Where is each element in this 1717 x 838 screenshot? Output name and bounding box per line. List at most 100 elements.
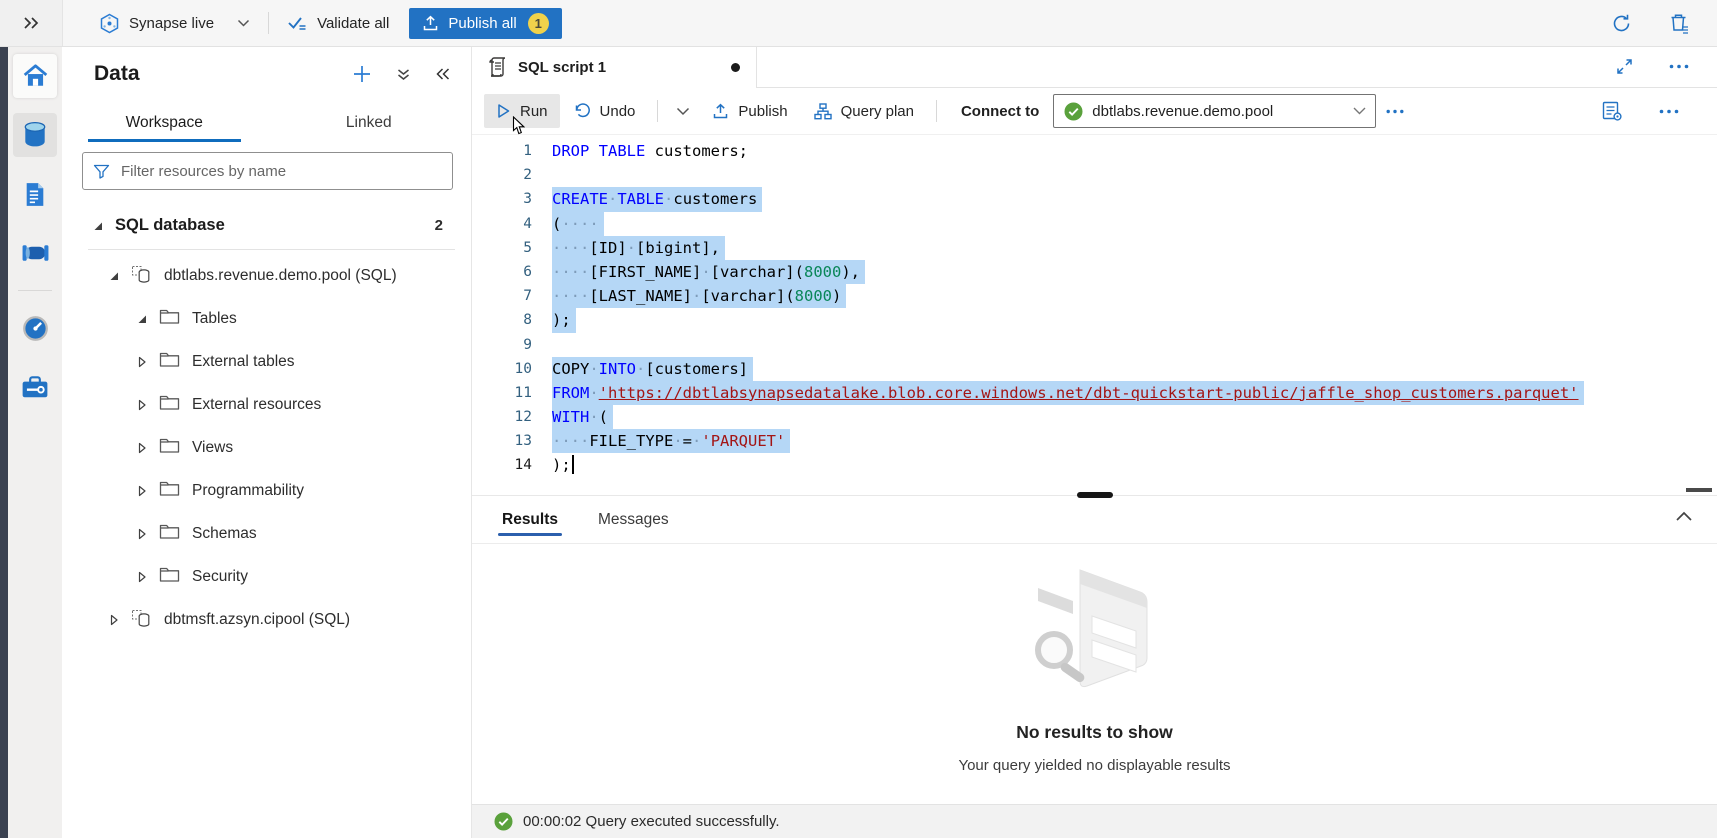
tab-results[interactable]: Results: [484, 496, 576, 543]
filter-box: [82, 152, 453, 190]
code-line[interactable]: 10COPY·INTO·[customers]: [472, 357, 1717, 381]
line-number: 1: [472, 139, 532, 163]
more-actions-icon[interactable]: [1669, 64, 1689, 69]
home-icon: [22, 63, 49, 89]
collapsed-triangle-icon[interactable]: [134, 526, 150, 542]
sql-pool-icon: [131, 265, 152, 286]
discard-all-icon[interactable]: [1670, 13, 1689, 34]
validate-all-button[interactable]: Validate all: [277, 15, 399, 32]
add-resource-button[interactable]: [352, 64, 372, 84]
synapse-studio-window: Synapse live Validate all Pub: [0, 0, 1717, 838]
code-line[interactable]: 9: [472, 333, 1717, 357]
publish-button[interactable]: Publish: [700, 94, 799, 128]
code-line[interactable]: 5····[ID]·[bigint],: [472, 236, 1717, 260]
code-line[interactable]: 13····FILE_TYPE·=·'PARQUET': [472, 429, 1717, 453]
rail-item-manage[interactable]: [13, 365, 57, 409]
code-line[interactable]: 8);: [472, 308, 1717, 332]
code-line[interactable]: 3CREATE·TABLE·customers: [472, 187, 1717, 211]
collapsed-triangle-icon[interactable]: [134, 354, 150, 370]
tree-item-sql-database[interactable]: SQL database2: [62, 204, 471, 247]
connect-to-dropdown[interactable]: dbtlabs.revenue.demo.pool: [1053, 94, 1376, 128]
more-actions-icon[interactable]: [1659, 109, 1679, 114]
status-message: 00:00:02 Query executed successfully.: [523, 813, 780, 830]
collapsed-triangle-icon[interactable]: [134, 397, 150, 413]
rail-item-monitor[interactable]: [13, 306, 57, 350]
connect-to-label: Connect to: [961, 103, 1039, 120]
collapsed-triangle-icon[interactable]: [134, 483, 150, 499]
collapse-all-icon[interactable]: [396, 67, 411, 82]
line-number: 5: [472, 236, 532, 260]
status-bar: 00:00:02 Query executed successfully.: [472, 804, 1717, 838]
rail-item-integrate[interactable]: [13, 231, 57, 275]
tree-item-dbtmsft-azsyn-cipool-sql[interactable]: dbtmsft.azsyn.cipool (SQL): [62, 598, 471, 641]
collapsed-triangle-icon[interactable]: [134, 569, 150, 585]
results-resize-handle[interactable]: [1077, 492, 1113, 498]
tree-divider: [88, 249, 455, 250]
code-line[interactable]: 1DROP TABLE customers;: [472, 139, 1717, 163]
window-edge-strip: [0, 28, 8, 838]
tree-item-views[interactable]: Views: [62, 426, 471, 469]
expanded-triangle-icon[interactable]: [106, 268, 122, 284]
rail-item-home[interactable]: [13, 54, 57, 98]
tree-item-external-tables[interactable]: External tables: [62, 340, 471, 383]
mode-selector[interactable]: Synapse live: [89, 13, 260, 34]
code-line[interactable]: 12WITH·(: [472, 405, 1717, 429]
tab-messages[interactable]: Messages: [580, 496, 687, 543]
validate-check-icon: [287, 15, 308, 32]
line-number: 9: [472, 333, 532, 357]
publish-icon: [712, 103, 729, 120]
code-line[interactable]: 7····[LAST_NAME]·[varchar](8000): [472, 284, 1717, 308]
rail-expand-button[interactable]: [0, 0, 63, 46]
collapsed-triangle-icon[interactable]: [106, 612, 122, 628]
tree-item-label: Tables: [192, 310, 237, 328]
panel-tabs: Workspace Linked: [62, 102, 471, 144]
tree-item-schemas[interactable]: Schemas: [62, 512, 471, 555]
tree-item-programmability[interactable]: Programmability: [62, 469, 471, 512]
query-plan-button[interactable]: Query plan: [802, 94, 926, 128]
refresh-icon[interactable]: [1611, 13, 1632, 34]
run-button[interactable]: Run: [484, 94, 560, 128]
results-pane: Results Messages: [472, 495, 1717, 838]
synapse-live-icon: [99, 13, 120, 34]
tree-item-dbtlabs-revenue-demo-pool-sql[interactable]: dbtlabs.revenue.demo.pool (SQL): [62, 254, 471, 297]
tree-item-security[interactable]: Security: [62, 555, 471, 598]
collapse-panel-icon[interactable]: [435, 67, 451, 81]
results-tab-strip: Results Messages: [472, 496, 1717, 544]
undo-redo-dropdown[interactable]: [668, 94, 698, 128]
code-line[interactable]: 2: [472, 163, 1717, 187]
tab-linked[interactable]: Linked: [267, 102, 472, 144]
collapsed-triangle-icon[interactable]: [134, 440, 150, 456]
code-line[interactable]: 11FROM·'https://dbtlabsynapsedatalake.bl…: [472, 381, 1717, 405]
folder-icon: [159, 480, 180, 501]
tree-item-external-resources[interactable]: External resources: [62, 383, 471, 426]
collapse-results-icon[interactable]: [1675, 511, 1693, 522]
code-line[interactable]: 4(····: [472, 212, 1717, 236]
tree-item-tables[interactable]: Tables: [62, 297, 471, 340]
code-line[interactable]: 14);: [472, 453, 1717, 477]
code-line-content: CREATE·TABLE·customers: [552, 187, 762, 211]
expanded-triangle-icon[interactable]: [134, 311, 150, 327]
rail-item-data[interactable]: [13, 113, 57, 157]
tab-workspace[interactable]: Workspace: [62, 102, 267, 144]
publish-all-button[interactable]: Publish all 1: [409, 8, 561, 39]
code-line-content: );: [552, 308, 576, 332]
rail-item-develop[interactable]: [13, 172, 57, 216]
sql-code-editor[interactable]: 1DROP TABLE customers;23CREATE·TABLE·cus…: [472, 135, 1717, 495]
scrollbar-thumb[interactable]: [1686, 488, 1712, 492]
document-tab-strip: SQL script 1: [472, 46, 1717, 88]
toolbar-overflow-icon[interactable]: [1378, 94, 1412, 128]
filter-funnel-icon: [93, 164, 110, 179]
properties-icon[interactable]: [1601, 100, 1623, 122]
expanded-triangle-icon[interactable]: [90, 218, 106, 234]
tree-item-label: Programmability: [192, 482, 304, 500]
folder-icon: [159, 523, 180, 544]
connected-check-icon: [1064, 102, 1083, 121]
code-line[interactable]: 6····[FIRST_NAME]·[varchar](8000),: [472, 260, 1717, 284]
text-cursor: [572, 455, 574, 474]
expand-editor-icon[interactable]: [1616, 58, 1633, 75]
tab-sql-script-1[interactable]: SQL script 1: [472, 46, 757, 88]
filter-input[interactable]: [119, 162, 442, 181]
data-panel: Data Workspace Linked: [62, 46, 472, 838]
undo-button[interactable]: Undo: [562, 94, 648, 128]
tree-item-label: dbtlabs.revenue.demo.pool (SQL): [164, 267, 397, 285]
